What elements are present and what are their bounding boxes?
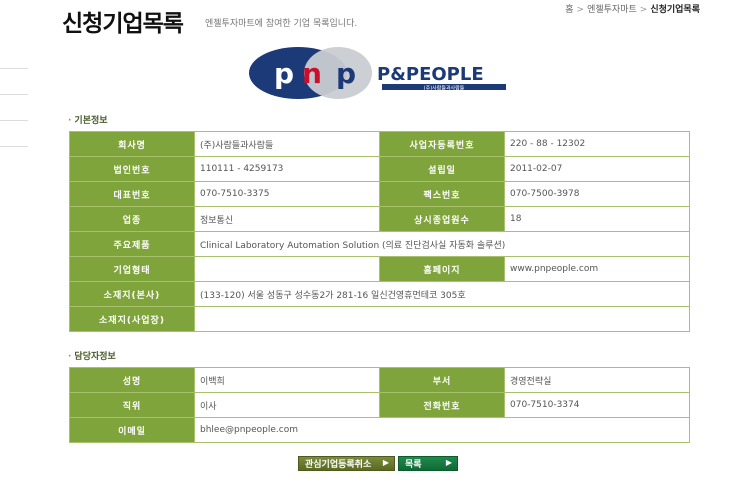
left-menu-divider <box>0 94 28 95</box>
bullet-icon: · <box>68 116 72 126</box>
product-label: 주요제품 <box>69 231 195 257</box>
left-menu-divider <box>0 146 28 147</box>
breadcrumb-current: 신청기업목록 <box>650 5 700 15</box>
table-row: 업종 정보통신 상시종업원수 18 <box>69 206 690 232</box>
left-menu-divider <box>0 120 28 121</box>
contact-info-table: 성명 이백희 부서 경영전략실 직위 이사 전화번호 070-7510-3374… <box>69 367 690 443</box>
contact-position-value: 이사 <box>194 392 380 418</box>
basic-info-table: 회사명 (주)사람들과사람들 사업자등록번호 220 - 88 - 12302 … <box>69 131 690 332</box>
hq-address-label: 소재지(본사) <box>69 281 195 307</box>
breadcrumb-angel-mart[interactable]: 엔젤투자마트 <box>587 5 637 15</box>
table-row: 소재지(본사) (133-120) 서울 성동구 성수동2가 281-16 일신… <box>69 281 690 307</box>
contact-name-label: 성명 <box>69 367 195 393</box>
breadcrumb-separator-icon: > <box>639 5 648 15</box>
contact-name-value: 이백희 <box>194 367 380 393</box>
company-form-value <box>194 256 380 282</box>
product-value: Clinical Laboratory Automation Solution … <box>194 231 690 257</box>
company-form-label: 기업형태 <box>69 256 195 282</box>
company-name-label: 회사명 <box>69 131 195 157</box>
phone-value: 070-7510-3375 <box>194 181 380 207</box>
logo-tagline: (주)사람들과사람들 <box>424 85 465 92</box>
contact-phone-value: 070-7510-3374 <box>504 392 690 418</box>
industry-label: 업종 <box>69 206 195 232</box>
bullet-icon: · <box>68 352 72 362</box>
breadcrumb: 홈 > 엔젤투자마트 > 신청기업목록 <box>565 2 700 15</box>
industry-value: 정보통신 <box>194 206 380 232</box>
table-row: 회사명 (주)사람들과사람들 사업자등록번호 220 - 88 - 12302 <box>69 131 690 157</box>
contact-email-label: 이메일 <box>69 417 195 443</box>
contact-email-value: bhlee@pnpeople.com <box>194 417 690 443</box>
biz-no-label: 사업자등록번호 <box>379 131 505 157</box>
table-row: 대표번호 070-7510-3375 팩스번호 070-7500-3978 <box>69 181 690 207</box>
corp-no-value: 110111 - 4259173 <box>194 156 380 182</box>
contact-phone-label: 전화번호 <box>379 392 505 418</box>
list-button[interactable]: 목록 ▶ <box>398 456 458 471</box>
homepage-label: 홈페이지 <box>379 256 505 282</box>
logo-letter-p1: p <box>274 57 294 90</box>
table-row: 법인번호 110111 - 4259173 설립일 2011-02-07 <box>69 156 690 182</box>
employees-value: 18 <box>504 206 690 232</box>
table-row: 기업형태 홈페이지 www.pnpeople.com <box>69 256 690 282</box>
table-row: 소재지(사업장) <box>69 306 690 332</box>
biz-no-value: 220 - 88 - 12302 <box>504 131 690 157</box>
table-row: 성명 이백희 부서 경영전략실 <box>69 367 690 393</box>
company-name-value: (주)사람들과사람들 <box>194 131 380 157</box>
homepage-link[interactable]: www.pnpeople.com <box>504 256 690 282</box>
section-contact-info: · 담당자정보 <box>68 352 116 362</box>
contact-position-label: 직위 <box>69 392 195 418</box>
fax-value: 070-7500-3978 <box>504 181 690 207</box>
breadcrumb-separator-icon: > <box>576 5 585 15</box>
table-row: 이메일 bhlee@pnpeople.com <box>69 417 690 443</box>
hq-address-value: (133-120) 서울 성동구 성수동2가 281-16 일신건영휴먼테코 3… <box>194 281 690 307</box>
logo-letter-p2: p <box>336 57 356 90</box>
corp-no-label: 법인번호 <box>69 156 195 182</box>
contact-dept-value: 경영전략실 <box>504 367 690 393</box>
logo-letter-n: n <box>302 57 322 90</box>
phone-label: 대표번호 <box>69 181 195 207</box>
site-address-value <box>194 306 690 332</box>
arrow-right-icon: ▶ <box>445 458 452 467</box>
fax-label: 팩스번호 <box>379 181 505 207</box>
company-logo: p n p P&PEOPLE (주)사람들과사람들 <box>249 47 506 99</box>
founded-label: 설립일 <box>379 156 505 182</box>
page-subtitle: 엔젤투자마트에 참여한 기업 목록입니다. <box>205 19 358 29</box>
table-row: 직위 이사 전화번호 070-7510-3374 <box>69 392 690 418</box>
breadcrumb-home[interactable]: 홈 <box>565 5 573 15</box>
cancel-interest-button[interactable]: 관심기업등록취소 ▶ <box>298 456 395 471</box>
founded-value: 2011-02-07 <box>504 156 690 182</box>
site-address-label: 소재지(사업장) <box>69 306 195 332</box>
employees-label: 상시종업원수 <box>379 206 505 232</box>
left-menu-divider <box>0 68 28 69</box>
arrow-right-icon: ▶ <box>382 458 389 467</box>
logo-wordmark: P&PEOPLE <box>377 64 484 85</box>
page-title: 신청기업목록 <box>62 11 184 37</box>
contact-dept-label: 부서 <box>379 367 505 393</box>
section-basic-info: · 기본정보 <box>68 116 108 126</box>
table-row: 주요제품 Clinical Laboratory Automation Solu… <box>69 231 690 257</box>
